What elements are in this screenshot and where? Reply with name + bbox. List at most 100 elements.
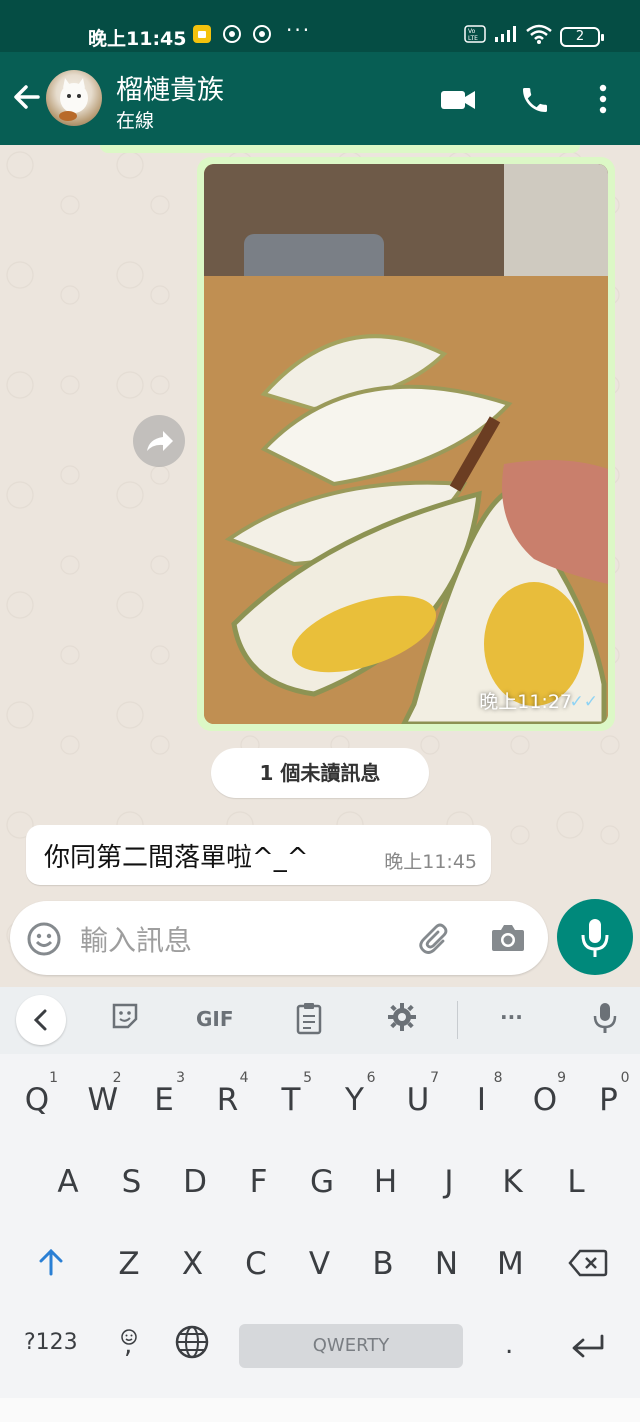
notification-app-icon <box>192 24 212 44</box>
paperclip-icon[interactable] <box>418 921 454 961</box>
enter-key-icon[interactable] <box>570 1332 606 1368</box>
unread-messages-banner: 1 個未讀訊息 <box>211 748 429 798</box>
key-label: U <box>406 1082 430 1118</box>
keyboard-mic-icon[interactable] <box>592 1001 618 1040</box>
status-time: 晚上11:45 <box>88 28 187 50</box>
signal-icon <box>494 25 518 48</box>
keyboard: Q1W2E3R4T5Y6U7I8O9P0 ASDFGHJKL ZXCVBNM ?… <box>0 1054 640 1422</box>
key-v[interactable]: V <box>307 1246 333 1282</box>
key-label: Q <box>24 1082 50 1118</box>
key-b[interactable]: B <box>370 1246 396 1282</box>
period-key[interactable]: . <box>505 1330 513 1360</box>
key-w[interactable]: W2 <box>88 1070 122 1118</box>
key-hint: 1 <box>49 1070 58 1086</box>
key-f[interactable]: F <box>246 1164 272 1200</box>
key-hint: 8 <box>493 1070 503 1086</box>
key-label: O <box>532 1082 558 1118</box>
key-label: I <box>476 1082 487 1118</box>
key-z[interactable]: Z <box>116 1246 142 1282</box>
key-k[interactable]: K <box>500 1164 526 1200</box>
back-arrow-icon[interactable] <box>10 80 44 114</box>
system-nav-bar <box>0 1398 640 1422</box>
more-notifications: ··· <box>286 18 312 42</box>
key-j[interactable]: J <box>436 1164 462 1200</box>
status-bar: 晚上11:45 ··· Vo LTE 2 <box>0 0 640 52</box>
key-c[interactable]: C <box>243 1246 269 1282</box>
voice-record-button[interactable] <box>557 899 633 975</box>
key-hint: 0 <box>620 1070 630 1086</box>
key-hint: 9 <box>557 1070 566 1086</box>
camera-icon[interactable] <box>490 921 526 959</box>
svg-text:LTE: LTE <box>468 35 478 42</box>
more-options-button[interactable]: ··· <box>500 1005 523 1029</box>
message-text: 你同第二間落單啦^_^ <box>44 843 309 873</box>
wifi-icon <box>526 24 552 49</box>
forward-button[interactable] <box>133 415 185 467</box>
image-message-bubble[interactable]: 晚上11:27 ✓✓ <box>197 157 615 731</box>
incoming-message-bubble[interactable]: 你同第二間落單啦^_^ 晚上11:45 <box>26 825 491 885</box>
key-e[interactable]: E3 <box>151 1070 185 1118</box>
emoji-icon[interactable] <box>26 921 62 961</box>
chat-header: 榴槤貴族 在線 <box>0 52 640 145</box>
key-o[interactable]: O9 <box>532 1070 566 1118</box>
keyboard-toolbar: GIF ··· <box>0 987 640 1054</box>
message-time: 晚上11:45 <box>384 851 477 873</box>
key-a[interactable]: A <box>55 1164 81 1200</box>
key-t[interactable]: T5 <box>278 1070 312 1118</box>
key-label: E <box>154 1082 174 1118</box>
message-composer[interactable]: 輸入訊息 <box>10 901 548 975</box>
key-u[interactable]: U7 <box>405 1070 439 1118</box>
key-n[interactable]: N <box>434 1246 460 1282</box>
clipboard-icon[interactable] <box>294 1001 324 1040</box>
contact-presence: 在線 <box>116 110 155 132</box>
previous-message-edge <box>100 145 580 153</box>
key-q[interactable]: Q1 <box>24 1070 58 1118</box>
sticker-icon[interactable] <box>110 1001 140 1036</box>
key-s[interactable]: S <box>119 1164 145 1200</box>
chrome-icon <box>222 24 242 44</box>
language-globe-icon[interactable] <box>174 1324 210 1368</box>
key-hint: 4 <box>239 1070 249 1086</box>
key-r[interactable]: R4 <box>215 1070 249 1118</box>
key-l[interactable]: L <box>563 1164 589 1200</box>
key-h[interactable]: H <box>373 1164 399 1200</box>
backspace-key-icon[interactable] <box>568 1249 608 1285</box>
key-hint: 7 <box>430 1070 439 1086</box>
key-label: T <box>281 1082 301 1118</box>
phone-icon[interactable] <box>519 84 551 120</box>
settings-gear-icon[interactable] <box>386 1001 418 1038</box>
key-label: P <box>599 1082 618 1118</box>
space-key[interactable]: QWERTY <box>239 1324 463 1368</box>
key-p[interactable]: P0 <box>596 1070 629 1118</box>
shift-key-icon[interactable] <box>36 1247 66 1285</box>
key-y[interactable]: Y6 <box>342 1070 375 1118</box>
gif-button[interactable]: GIF <box>196 1007 234 1031</box>
volte-icon: Vo LTE <box>464 25 486 48</box>
chrome-icon <box>252 24 272 44</box>
message-input[interactable]: 輸入訊息 <box>80 919 192 959</box>
collapse-toolbar-button[interactable] <box>16 995 66 1045</box>
durian-photo[interactable]: 晚上11:27 ✓✓ <box>204 164 608 724</box>
contact-avatar[interactable] <box>46 70 102 126</box>
key-hint: 5 <box>303 1070 312 1086</box>
read-ticks-icon: ✓✓ <box>569 692 599 712</box>
key-i[interactable]: I8 <box>469 1070 503 1118</box>
key-label: W <box>87 1082 119 1118</box>
chat-area[interactable]: 晚上11:27 ✓✓ 1 個未讀訊息 你同第二間落單啦^_^ 晚上11:45 <box>0 145 640 987</box>
more-vert-icon[interactable] <box>598 84 608 118</box>
microphone-icon <box>581 919 609 957</box>
key-d[interactable]: D <box>182 1164 208 1200</box>
key-hint: 3 <box>176 1070 185 1086</box>
contact-name[interactable]: 榴槤貴族 <box>116 68 224 107</box>
key-m[interactable]: M <box>497 1246 524 1282</box>
image-message-time: 晚上11:27 <box>479 691 572 713</box>
key-label: R <box>216 1082 239 1118</box>
key-g[interactable]: G <box>309 1164 335 1200</box>
key-hint: 6 <box>366 1070 376 1086</box>
key-hint: 2 <box>112 1070 122 1086</box>
symbols-key[interactable]: ?123 <box>24 1330 78 1355</box>
toolbar-divider <box>457 1001 458 1039</box>
key-x[interactable]: X <box>180 1246 206 1282</box>
battery-icon: 2 <box>560 26 604 47</box>
video-call-icon[interactable] <box>440 88 476 116</box>
